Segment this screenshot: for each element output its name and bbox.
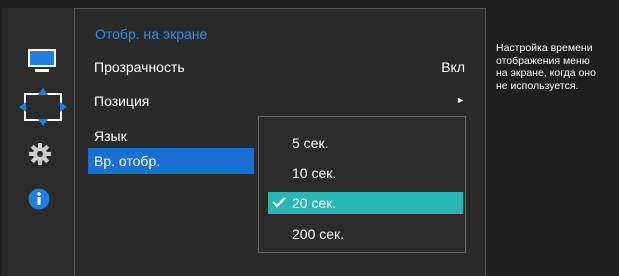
position-icon[interactable]: [19, 88, 67, 126]
option-label: 5 сек.: [292, 135, 329, 151]
option-200-sec[interactable]: 200 сек.: [268, 223, 463, 245]
menu-item-transparency[interactable]: Прозрачность Вкл: [75, 54, 485, 80]
menu-title: Отобр. на экране: [95, 26, 208, 42]
option-label: 10 сек.: [292, 165, 337, 181]
osd-screen: Отобр. на экране Прозрачность Вкл Позици…: [0, 0, 619, 276]
checkmark-icon: [272, 197, 286, 208]
option-20-sec-selected[interactable]: 20 сек.: [268, 192, 463, 214]
help-text: Настройка времени отображения меню на эк…: [496, 42, 596, 92]
menu-item-value: Вкл: [441, 59, 465, 75]
info-icon[interactable]: [28, 188, 50, 210]
menu-item-label: Прозрачность: [94, 59, 185, 75]
option-label: 20 сек.: [292, 195, 337, 211]
submenu-arrow-icon: ►: [456, 95, 465, 105]
display-time-options: 5 сек. 10 сек. 20 сек. 200 сек.: [258, 116, 466, 253]
menu-item-display-time[interactable]: Вр. отобр.: [88, 148, 254, 174]
gear-icon[interactable]: [29, 143, 51, 165]
option-5-sec[interactable]: 5 сек.: [268, 132, 463, 154]
icon-rail: [2, 8, 74, 276]
menu-item-label: Позиция: [94, 93, 150, 109]
menu-item-position[interactable]: Позиция ►: [75, 88, 485, 114]
option-label: 200 сек.: [292, 226, 345, 242]
display-icon[interactable]: [27, 48, 57, 74]
menu-item-label: Язык: [94, 128, 127, 144]
option-10-sec[interactable]: 10 сек.: [268, 162, 463, 184]
menu-item-label: Вр. отобр.: [94, 153, 161, 169]
